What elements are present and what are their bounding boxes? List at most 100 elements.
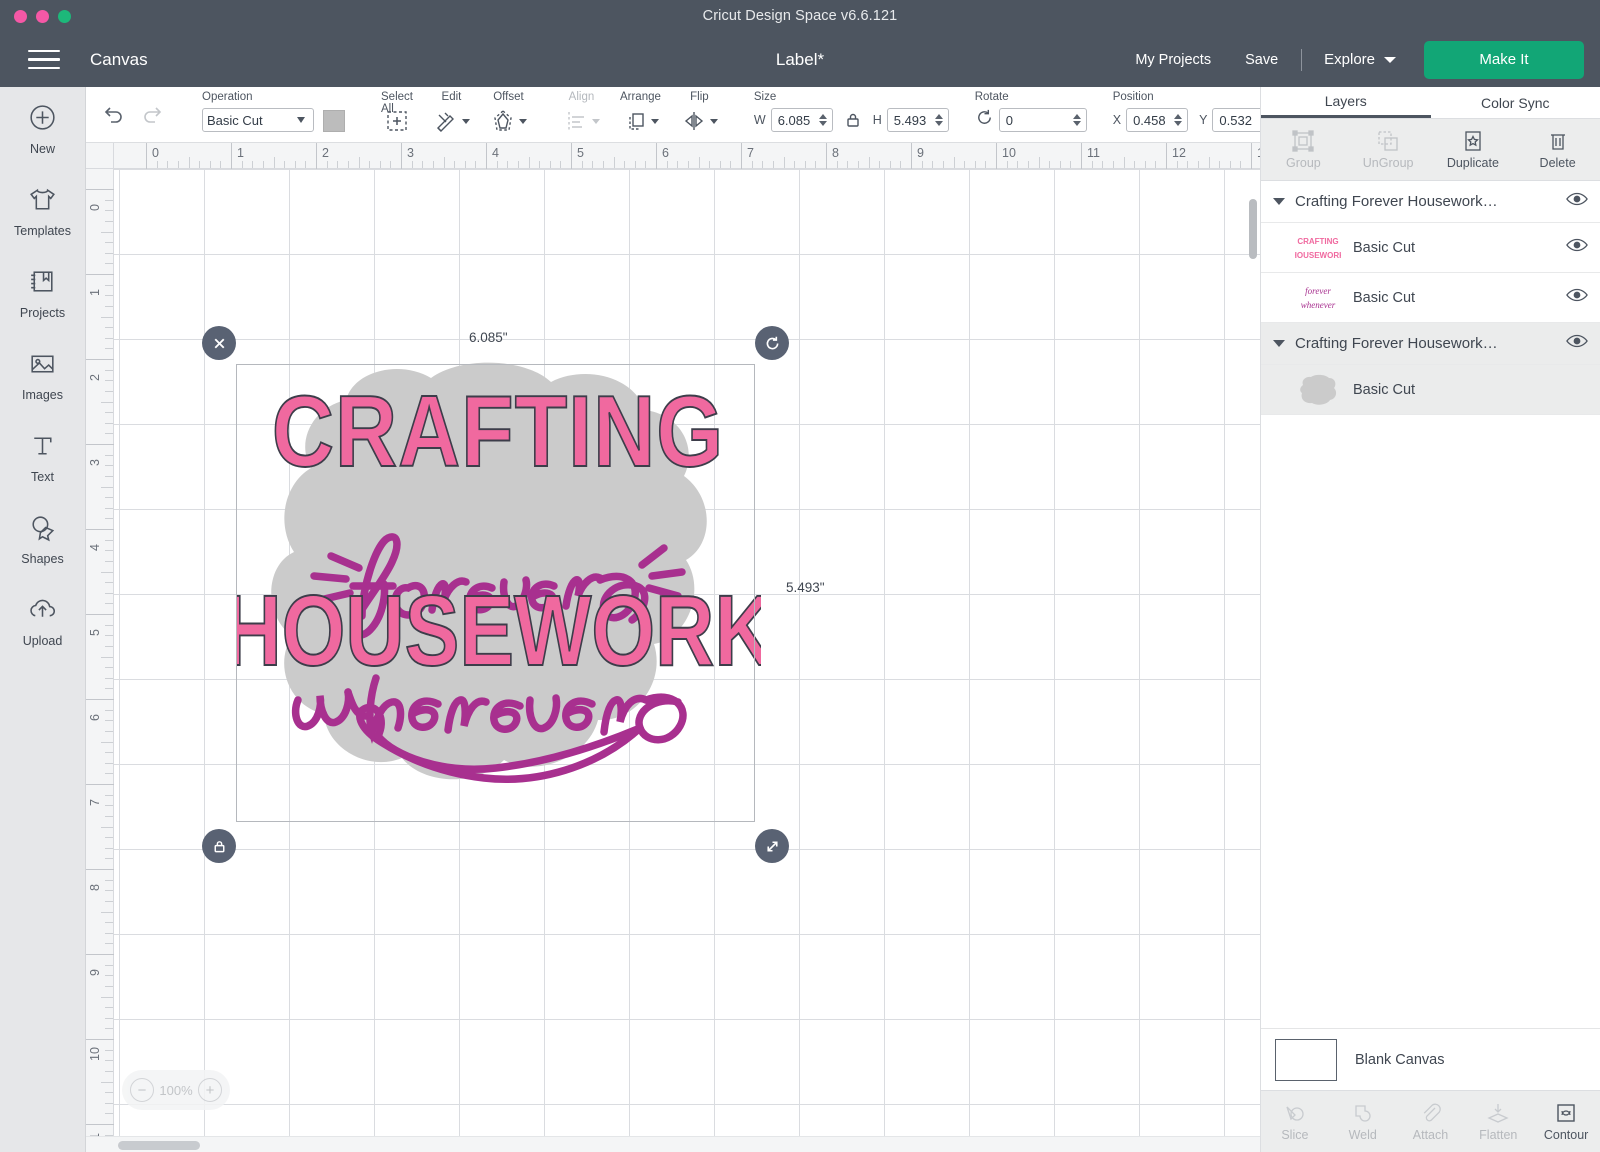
my-projects-link[interactable]: My Projects <box>1118 52 1228 68</box>
weld-button[interactable]: Weld <box>1329 1091 1397 1152</box>
slice-button[interactable]: Slice <box>1261 1091 1329 1152</box>
sidebar-item-shapes[interactable]: Shapes <box>0 497 85 579</box>
flip-icon-row[interactable] <box>681 108 718 134</box>
select-all-tool[interactable]: Select All <box>371 91 423 134</box>
stepper-up-icon[interactable] <box>1174 114 1182 119</box>
delete-button[interactable]: Delete <box>1515 119 1600 180</box>
operation-color-swatch[interactable] <box>323 110 345 132</box>
layer-group-row[interactable]: Crafting Forever Housework… <box>1261 323 1600 365</box>
ruler-tick-minor <box>263 161 264 168</box>
make-it-button[interactable]: Make It <box>1424 41 1584 79</box>
zoom-in-button[interactable]: + <box>198 1078 222 1102</box>
duplicate-button[interactable]: Duplicate <box>1431 119 1516 180</box>
arrange-caption: Arrange <box>620 91 661 105</box>
canvas-horizontal-scrollbar[interactable] <box>86 1136 1260 1152</box>
select-all-icon[interactable] <box>384 108 410 134</box>
selection-bounding-box[interactable] <box>236 364 755 822</box>
ruler-tick-minor <box>105 497 113 498</box>
group-button[interactable]: Group <box>1261 119 1346 180</box>
vertical-scroll-thumb[interactable] <box>1249 199 1257 259</box>
lock-selection-handle[interactable] <box>202 829 236 863</box>
height-stepper[interactable] <box>935 114 943 126</box>
stepper-up-icon[interactable] <box>819 114 827 119</box>
sidebar-item-new[interactable]: New <box>0 87 85 169</box>
sidebar-item-templates[interactable]: Templates <box>0 169 85 251</box>
layer-row[interactable]: forever whenever Basic Cut <box>1261 273 1600 323</box>
stepper-up-icon[interactable] <box>1073 114 1081 119</box>
horizontal-scroll-thumb[interactable] <box>118 1141 200 1150</box>
tab-layers[interactable]: Layers <box>1261 87 1431 118</box>
position-caption: Position <box>1113 91 1154 105</box>
width-stepper[interactable] <box>819 114 827 126</box>
stepper-down-icon[interactable] <box>935 121 943 126</box>
tab-color-sync[interactable]: Color Sync <box>1431 87 1600 118</box>
rotate-input[interactable]: 0 <box>999 108 1087 132</box>
ungroup-button[interactable]: UnGroup <box>1346 119 1431 180</box>
sidebar-item-upload[interactable]: Upload <box>0 579 85 661</box>
position-x-label: X <box>1113 113 1121 127</box>
chevron-down-icon[interactable] <box>651 119 659 124</box>
attach-button[interactable]: Attach <box>1397 1091 1465 1152</box>
visibility-toggle-icon[interactable] <box>1566 237 1588 258</box>
ruler-tick-minor <box>699 157 700 168</box>
stepper-up-icon[interactable] <box>935 114 943 119</box>
edit-tool[interactable]: Edit <box>423 91 480 134</box>
rotate-selection-handle[interactable] <box>755 326 789 360</box>
blank-canvas-swatch[interactable] <box>1275 1039 1337 1081</box>
offset-tool[interactable]: Offset <box>480 91 537 134</box>
chevron-down-icon[interactable] <box>462 119 470 124</box>
blank-canvas-row[interactable]: Blank Canvas <box>1261 1028 1600 1090</box>
redo-icon[interactable] <box>140 103 164 127</box>
visibility-toggle-icon[interactable] <box>1566 191 1588 212</box>
contour-button[interactable]: Contour <box>1532 1091 1600 1152</box>
design-canvas[interactable]: CRAFTING <box>86 143 1260 1152</box>
chevron-down-icon[interactable] <box>1273 340 1285 347</box>
size-group: Size W 6.085 H 5 <box>744 87 949 132</box>
ruler-tick-minor <box>105 210 113 211</box>
offset-icon-row[interactable] <box>490 108 527 134</box>
menu-hamburger-icon[interactable] <box>28 44 60 76</box>
flip-tool[interactable]: Flip <box>671 91 728 134</box>
stepper-down-icon[interactable] <box>1174 121 1182 126</box>
machine-selector[interactable]: Explore <box>1308 51 1412 68</box>
stepper-down-icon[interactable] <box>1073 121 1081 126</box>
sidebar-item-projects[interactable]: Projects <box>0 251 85 333</box>
position-x-input[interactable]: 0.458 <box>1126 108 1188 132</box>
visibility-toggle-icon[interactable] <box>1566 333 1588 354</box>
save-button[interactable]: Save <box>1228 52 1295 68</box>
rotate-stepper[interactable] <box>1073 114 1081 126</box>
aspect-lock-button[interactable] <box>838 111 868 129</box>
zoom-out-button[interactable]: − <box>130 1078 154 1102</box>
edit-caption: Edit <box>442 91 462 105</box>
chevron-down-icon[interactable] <box>710 119 718 124</box>
sidebar-item-images[interactable]: Images <box>0 333 85 415</box>
width-input[interactable]: 6.085 <box>771 108 833 132</box>
resize-selection-handle[interactable] <box>755 829 789 863</box>
stepper-down-icon[interactable] <box>819 121 827 126</box>
flatten-button[interactable]: Flatten <box>1464 1091 1532 1152</box>
arrange-icon-row[interactable] <box>622 108 659 134</box>
position-x-stepper[interactable] <box>1174 114 1182 126</box>
layer-group-row[interactable]: Crafting Forever Housework… <box>1261 181 1600 223</box>
ruler-tick-minor <box>101 402 113 403</box>
sidebar-item-text[interactable]: Text <box>0 415 85 497</box>
ruler-tick-minor <box>105 253 113 254</box>
height-input[interactable]: 5.493 <box>887 108 949 132</box>
ruler-tick-minor <box>105 646 113 647</box>
chevron-down-icon[interactable] <box>519 119 527 124</box>
visibility-toggle-icon[interactable] <box>1566 287 1588 308</box>
sidebar-label-shapes: Shapes <box>21 552 63 566</box>
layer-row[interactable]: Basic Cut <box>1261 365 1600 415</box>
ruler-tick-minor <box>1092 161 1093 168</box>
ruler-tick-major <box>1081 143 1082 169</box>
delete-selection-handle[interactable] <box>202 326 236 360</box>
zoom-control[interactable]: − 100% + <box>122 1070 230 1110</box>
arrange-tool[interactable]: Arrange <box>610 91 671 134</box>
canvas-label: Canvas <box>90 50 148 70</box>
layer-row[interactable]: CRAFTING HOUSEWORK Basic Cut <box>1261 223 1600 273</box>
edit-icon-row[interactable] <box>433 108 470 134</box>
operation-select[interactable]: Basic Cut <box>202 108 314 132</box>
canvas-vertical-scrollbar[interactable] <box>1248 169 1260 1136</box>
chevron-down-icon[interactable] <box>1273 198 1285 205</box>
undo-icon[interactable] <box>102 103 126 127</box>
